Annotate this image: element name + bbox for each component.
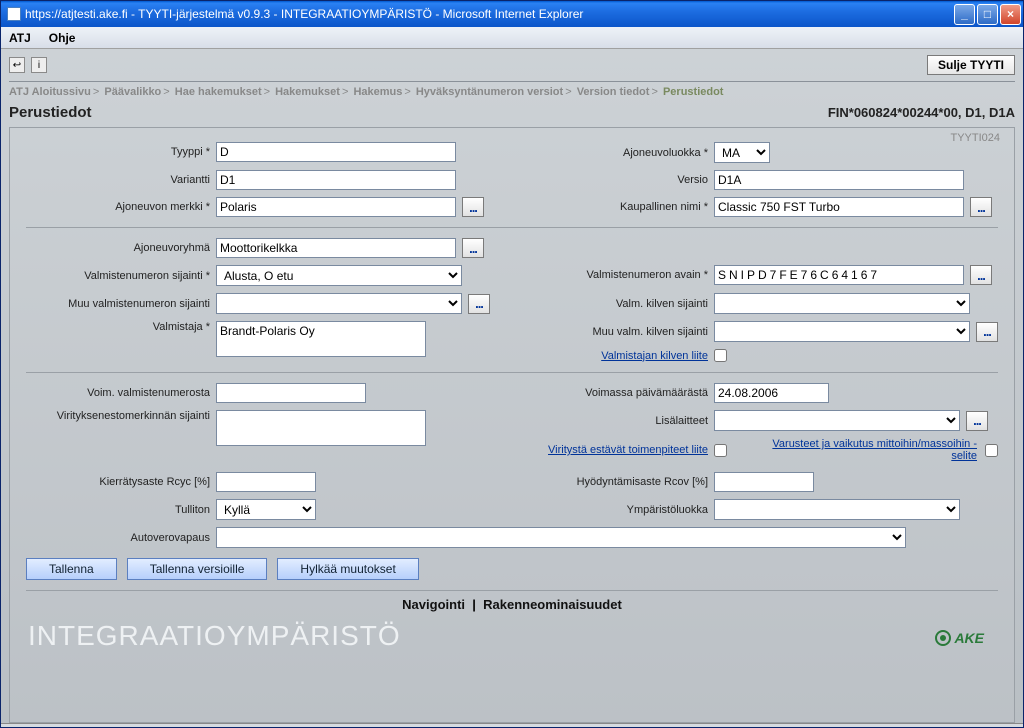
merkki-lookup-button[interactable]: ...: [462, 197, 484, 217]
page-title: Perustiedot: [9, 104, 92, 121]
ajoneuvoluokka-select[interactable]: MA: [714, 142, 770, 163]
menu-item-atj[interactable]: ATJ: [9, 31, 31, 45]
nav-link-navigointi[interactable]: Navigointi: [402, 597, 465, 612]
ajoneuvoryhma-lookup-button[interactable]: ...: [462, 238, 484, 258]
muu-kilven-sijainti-select[interactable]: [714, 321, 970, 342]
bc-item[interactable]: ATJ Aloitussivu: [9, 86, 91, 98]
label-autoverovapaus: Autoverovapaus: [26, 532, 216, 544]
label-ajoneuvoryhma: Ajoneuvoryhmä: [26, 242, 216, 254]
muu-valm-sijainti-lookup-button[interactable]: ...: [468, 294, 490, 314]
valm-avain-lookup-button[interactable]: ...: [970, 265, 992, 285]
bc-item: Perustiedot: [663, 86, 724, 98]
lisalaitteet-lookup-button[interactable]: ...: [966, 411, 988, 431]
kaupallinen-input[interactable]: [714, 197, 964, 217]
label-kaupallinen: Kaupallinen nimi *: [524, 201, 714, 213]
varusteet-selite-link[interactable]: Varusteet ja vaikutus mittoihin/massoihi…: [767, 438, 977, 462]
form-panel: TYYTI024 Tyyppi * Ajoneuvoluokka * MA Va…: [9, 127, 1015, 723]
label-valm-sijainti: Valmistenumeron sijainti *: [26, 270, 216, 282]
valmistaja-textarea[interactable]: Brandt-Polaris Oy: [216, 321, 426, 357]
label-tyyppi: Tyyppi *: [26, 146, 216, 158]
kilven-sijainti-select[interactable]: [714, 293, 970, 314]
minimize-button[interactable]: _: [954, 4, 975, 25]
screen-id: TYYTI024: [950, 132, 1000, 144]
label-tulliton: Tulliton: [26, 504, 216, 516]
label-ymparistoluokka: Ympäristöluokka: [524, 504, 714, 516]
label-voimassa-pvm: Voimassa päivämäärästä: [524, 387, 714, 399]
toolbar: ↩ i Sulje TYYTI: [9, 53, 1015, 81]
reject-button[interactable]: Hylkää muutokset: [277, 558, 418, 580]
label-rcyc: Kierrätysaste Rcyc [%]: [26, 476, 216, 488]
menu-item-ohje[interactable]: Ohje: [49, 31, 76, 45]
merkki-input[interactable]: [216, 197, 456, 217]
label-rcov: Hyödyntämisaste Rcov [%]: [524, 476, 714, 488]
variantti-input[interactable]: [216, 170, 456, 190]
page-code: FIN*060824*00244*00, D1, D1A: [828, 105, 1015, 120]
bc-item[interactable]: Hakemus: [353, 86, 402, 98]
maximize-button[interactable]: □: [977, 4, 998, 25]
varusteet-selite-checkbox[interactable]: [985, 444, 998, 457]
close-button[interactable]: ×: [1000, 4, 1021, 25]
nav-link-rakenne[interactable]: Rakenneominaisuudet: [483, 597, 622, 612]
label-versio: Versio: [524, 174, 714, 186]
breadcrumb: ATJ Aloitussivu> Päävalikko> Hae hakemuk…: [9, 84, 1015, 104]
window-title: https://atjtesti.ake.fi - TYYTI-järjeste…: [25, 7, 954, 21]
label-virityksenesto: Virityksenestomerkinnän sijainti: [26, 410, 216, 422]
menubar: ATJ Ohje: [1, 27, 1023, 49]
label-muu-kilven-sijainti: Muu valm. kilven sijainti: [524, 326, 714, 338]
ajoneuvoryhma-input[interactable]: [216, 238, 456, 258]
tulliton-select[interactable]: Kyllä: [216, 499, 316, 520]
back-icon[interactable]: ↩: [9, 57, 25, 73]
valm-avain-input[interactable]: [714, 265, 964, 285]
viritys-liite-link[interactable]: Viritystä estävät toimenpiteet liite: [548, 444, 708, 456]
virityksenesto-textarea[interactable]: [216, 410, 426, 446]
lisalaitteet-select[interactable]: [714, 410, 960, 431]
bc-item[interactable]: Hae hakemukset: [175, 86, 262, 98]
label-lisalaitteet: Lisälaitteet: [524, 415, 714, 427]
save-button[interactable]: Tallenna: [26, 558, 117, 580]
label-merkki: Ajoneuvon merkki *: [26, 201, 216, 213]
muu-kilven-sijainti-lookup-button[interactable]: ...: [976, 322, 998, 342]
muu-valm-sijainti-select[interactable]: [216, 293, 462, 314]
valm-sijainti-select[interactable]: Alusta, O etu: [216, 265, 462, 286]
tyyppi-input[interactable]: [216, 142, 456, 162]
label-ajoneuvoluokka: Ajoneuvoluokka *: [524, 147, 714, 159]
rcyc-input[interactable]: [216, 472, 316, 492]
label-valm-avain: Valmistenumeron avain *: [524, 269, 714, 281]
info-icon[interactable]: i: [31, 57, 47, 73]
viritys-liite-checkbox[interactable]: [714, 444, 727, 457]
page-icon: [7, 7, 21, 21]
bc-item[interactable]: Päävalikko: [104, 86, 161, 98]
label-kilven-liite[interactable]: Valmistajan kilven liite: [601, 350, 708, 362]
voim-valm-input[interactable]: [216, 383, 366, 403]
bc-item[interactable]: Version tiedot: [577, 86, 650, 98]
kilven-liite-checkbox[interactable]: [714, 349, 727, 362]
versio-input[interactable]: [714, 170, 964, 190]
environment-label: INTEGRAATIOYMPÄRISTÖ: [26, 618, 998, 652]
rcov-input[interactable]: [714, 472, 814, 492]
kaupallinen-lookup-button[interactable]: ...: [970, 197, 992, 217]
label-kilven-sijainti: Valm. kilven sijainti: [524, 298, 714, 310]
close-tyyti-button[interactable]: Sulje TYYTI: [927, 55, 1015, 75]
label-valmistaja: Valmistaja *: [26, 321, 216, 333]
ake-logo: AKE: [935, 630, 984, 646]
voimassa-pvm-input[interactable]: [714, 383, 829, 403]
autoverovapaus-select[interactable]: [216, 527, 906, 548]
label-voim-valm: Voim. valmistenumerosta: [26, 387, 216, 399]
bc-item[interactable]: Hakemukset: [275, 86, 340, 98]
label-variantti: Variantti: [26, 174, 216, 186]
save-versions-button[interactable]: Tallenna versioille: [127, 558, 268, 580]
window-titlebar: https://atjtesti.ake.fi - TYYTI-järjeste…: [1, 1, 1023, 27]
ymparistoluokka-select[interactable]: [714, 499, 960, 520]
status-bar: [1, 723, 1023, 727]
label-muu-valm-sijainti: Muu valmistenumeron sijainti: [26, 298, 216, 310]
bc-item[interactable]: Hyväksyntänumeron versiot: [416, 86, 563, 98]
